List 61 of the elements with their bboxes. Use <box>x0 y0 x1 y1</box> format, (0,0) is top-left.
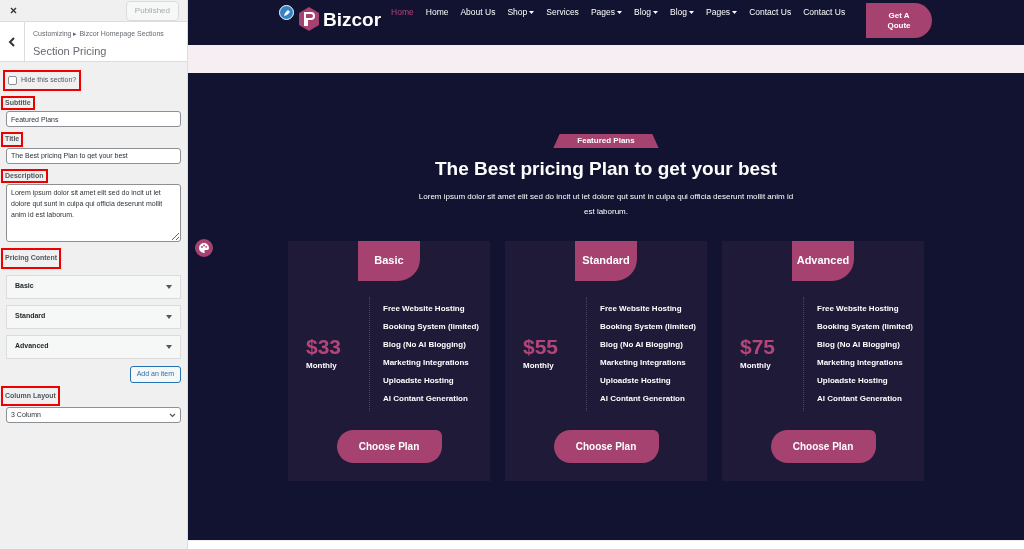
edit-pencil-icon[interactable] <box>279 5 294 20</box>
plan-feature: Blog (No AI Blogging) <box>600 339 684 350</box>
plan-feature: Booking System (limited) <box>383 321 479 332</box>
plan-name: Advanced <box>792 240 854 281</box>
nav-link[interactable]: Services <box>546 6 579 18</box>
nav-link[interactable]: Home <box>391 6 414 18</box>
plan-feature: AI Contant Generation <box>383 393 469 404</box>
nav-link[interactable]: About Us <box>460 6 496 18</box>
plan-price: $75 <box>740 335 777 357</box>
close-button[interactable] <box>8 5 18 16</box>
plan-feature: Marketing Integrations <box>600 357 687 368</box>
plan-name: Basic <box>358 240 420 281</box>
cta-button[interactable]: Get A Qoute <box>866 3 932 38</box>
plan-feature: AI Contant Generation <box>817 393 903 404</box>
plan-price: $55 <box>523 335 560 357</box>
plan-feature: Free Website Hosting <box>817 303 900 314</box>
chevron-down-icon <box>169 412 176 418</box>
checkbox[interactable] <box>8 75 17 85</box>
nav-link[interactable]: Home <box>425 6 449 18</box>
nav-link[interactable]: Shop <box>507 6 535 18</box>
section-description: Lorem ipsum dolor sit amet elit sed do incit ut let dolore qut sunt in culpa qui officia deserunt mollit anim id est laborum. <box>417 190 795 218</box>
plan-period: Monthly <box>740 359 772 372</box>
back-icon <box>8 36 16 47</box>
nav-link[interactable]: Blog <box>670 6 694 18</box>
caret-icon <box>529 10 535 14</box>
logo-icon <box>298 7 320 31</box>
subtitle-badge: Featured Plans <box>553 134 659 148</box>
nav-link[interactable]: Pages <box>706 6 738 18</box>
nav-link[interactable]: Blog <box>634 6 658 18</box>
section-title: Section Pricing <box>33 43 108 59</box>
plan-feature: Blog (No AI Blogging) <box>383 339 467 350</box>
choose-plan-button[interactable]: Choose Plan <box>553 429 659 463</box>
caret-icon <box>653 10 658 14</box>
plan-feature: AI Contant Generation <box>600 393 686 404</box>
plan-feature: Blog (No AI Blogging) <box>817 339 901 350</box>
logo-text: Bizcor <box>323 9 382 29</box>
plan-feature: Uploadste Hosting <box>817 375 889 386</box>
plan-feature: Marketing Integrations <box>383 357 470 368</box>
plan-feature: Booking System (limited) <box>600 321 696 332</box>
plan-feature: Marketing Integrations <box>817 357 904 368</box>
plan-feature: Uploadste Hosting <box>383 375 455 386</box>
choose-plan-button[interactable]: Choose Plan <box>770 429 876 463</box>
plan-feature: Free Website Hosting <box>600 303 683 314</box>
section-heading: The Best pricing Plan to get your best <box>434 157 777 181</box>
caret-icon <box>166 284 172 289</box>
plan-period: Monthly <box>523 359 555 372</box>
plan-name: Standard <box>575 240 637 281</box>
nav-link[interactable]: Contact Us <box>803 6 846 18</box>
plan-period: Monthly <box>306 359 338 372</box>
caret-icon <box>689 10 694 14</box>
caret-icon <box>166 314 172 319</box>
plan-feature: Uploadste Hosting <box>600 375 672 386</box>
plan-feature: Free Website Hosting <box>383 303 466 314</box>
nav-link[interactable]: Contact Us <box>749 6 792 18</box>
choose-plan-button[interactable]: Choose Plan <box>336 429 442 463</box>
caret-icon <box>166 344 172 349</box>
plan-price: $33 <box>306 335 343 357</box>
plan-feature: Booking System (limited) <box>817 321 913 332</box>
caret-icon <box>617 10 622 14</box>
nav-link[interactable]: Pages <box>590 6 622 18</box>
caret-icon <box>732 10 738 14</box>
